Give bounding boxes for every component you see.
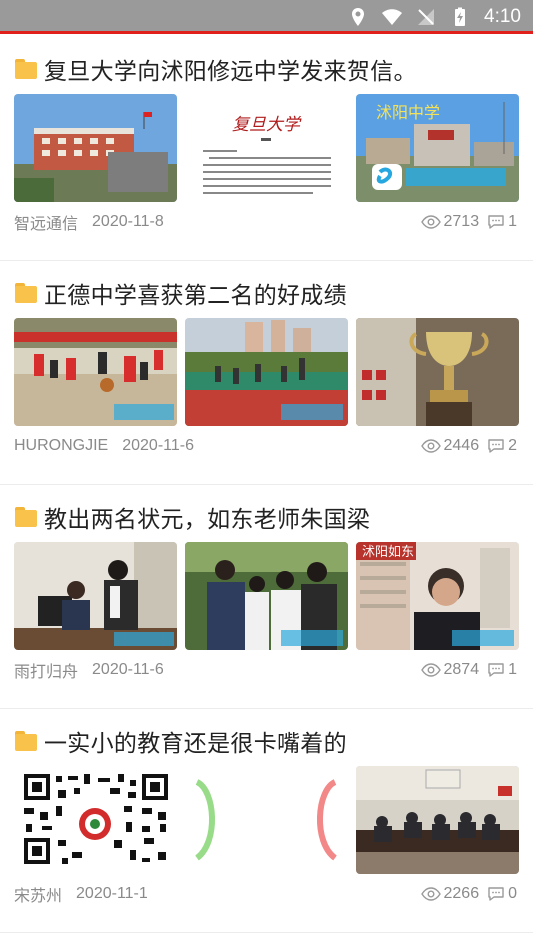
thumbnail-caption: 复旦大学 xyxy=(232,115,302,135)
post-thumbnail[interactable]: 复旦大学 xyxy=(185,94,348,202)
status-bar: 4:10 xyxy=(0,0,533,34)
post-author: 雨打归舟 xyxy=(14,664,79,681)
post-thumbnail[interactable] xyxy=(14,94,177,202)
folder-icon xyxy=(14,283,38,303)
post-card[interactable]: 一实小的教育还是很卡嘴着的 宋苏州 2020-11-1 2266 0 xyxy=(0,709,533,933)
post-title[interactable]: 正德中学喜获第二名的好成绩 xyxy=(44,276,347,310)
eye-icon xyxy=(420,215,441,229)
status-time: 4:10 xyxy=(484,6,521,27)
post-title[interactable]: 教出两名状元，如东老师朱国梁 xyxy=(44,500,370,534)
view-count: 2713 xyxy=(443,213,480,230)
post-date: 2020-11-6 xyxy=(122,437,194,454)
comment-icon xyxy=(488,887,504,901)
view-count: 2266 xyxy=(443,885,480,902)
thumbnail-caption: 沭阳如东 xyxy=(362,544,414,560)
post-thumbnail[interactable] xyxy=(185,318,348,426)
view-count: 2874 xyxy=(443,661,480,678)
comment-count: 1 xyxy=(508,213,517,230)
comment-count: 1 xyxy=(508,661,517,678)
folder-icon xyxy=(14,507,38,527)
post-thumbnail[interactable]: 沭阳如东 xyxy=(356,542,519,650)
loading-thumbnail[interactable] xyxy=(185,766,348,874)
post-card[interactable]: 教出两名状元，如东老师朱国梁 沭阳如东 雨打归舟 2020-11-6 2874 … xyxy=(0,485,533,709)
comment-icon xyxy=(488,215,504,229)
post-thumbnail[interactable] xyxy=(14,318,177,426)
post-date: 2020-11-8 xyxy=(92,213,164,230)
comment-count: 0 xyxy=(508,885,517,902)
post-date: 2020-11-1 xyxy=(76,885,148,902)
post-feed: 复旦大学向沭阳修远中学发来贺信。 复旦大学 沭阳中学 智远通信 2020-11-… xyxy=(0,37,533,933)
thumbnail-caption: 沭阳中学 xyxy=(376,103,440,122)
post-author: 智远通信 xyxy=(14,216,79,233)
eye-icon xyxy=(420,663,441,677)
battery-charging-icon xyxy=(455,7,466,26)
post-author: HURONGJIE xyxy=(14,437,109,454)
wifi-icon xyxy=(382,9,403,25)
comment-count: 2 xyxy=(508,437,517,454)
folder-icon xyxy=(14,731,38,751)
eye-icon xyxy=(420,439,441,453)
post-thumbnail[interactable] xyxy=(14,542,177,650)
eye-icon xyxy=(420,887,441,901)
post-thumbnail[interactable]: 沭阳中学 xyxy=(356,94,519,202)
post-thumbnail[interactable] xyxy=(185,542,348,650)
post-card[interactable]: 正德中学喜获第二名的好成绩 HURONGJIE 2020-11-6 2446 2 xyxy=(0,261,533,485)
no-signal-icon xyxy=(418,9,435,25)
post-thumbnail[interactable] xyxy=(356,766,519,874)
post-title[interactable]: 一实小的教育还是很卡嘴着的 xyxy=(44,724,347,758)
view-count: 2446 xyxy=(443,437,480,454)
post-card[interactable]: 复旦大学向沭阳修远中学发来贺信。 复旦大学 沭阳中学 智远通信 2020-11-… xyxy=(0,37,533,261)
post-thumbnail[interactable] xyxy=(356,318,519,426)
comment-icon xyxy=(488,663,504,677)
qr-code-thumbnail[interactable] xyxy=(14,766,177,874)
location-icon xyxy=(352,8,365,26)
post-title[interactable]: 复旦大学向沭阳修远中学发来贺信。 xyxy=(44,52,417,86)
post-author: 宋苏州 xyxy=(14,888,63,905)
comment-icon xyxy=(488,439,504,453)
folder-icon xyxy=(14,59,38,79)
post-date: 2020-11-6 xyxy=(92,661,164,678)
